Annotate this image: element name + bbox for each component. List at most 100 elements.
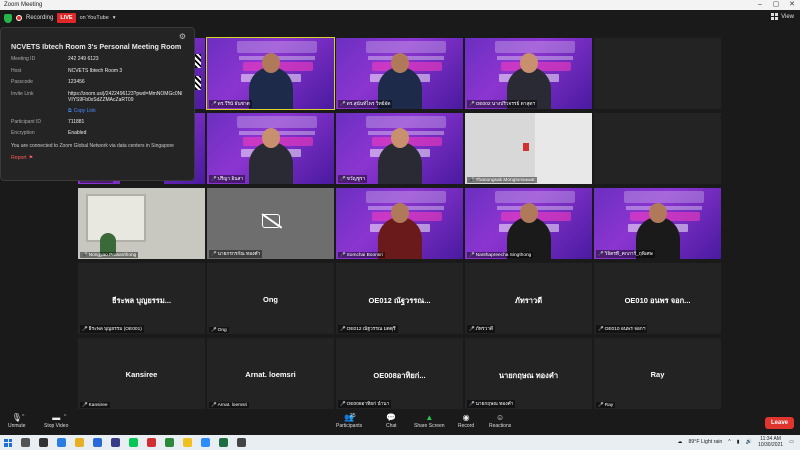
participant-display-name: OE008อาทิยก่... [373,371,426,380]
participant-name-tag: 🎤 OE012 ณัฐวรรณ มตตุรี [338,325,398,333]
participant-tile[interactable]: 🎤 ดร.สุนันท์ไพร วิทย์อัด [336,38,463,109]
participant-name: ธีระพล บุญยรรม (OE001) [88,327,142,332]
record-button[interactable]: ◉ Record [458,413,474,429]
meeting-info-rows: Meeting ID 242 249 6123 Host NCVETS Ibtech … [11,56,184,104]
participant-name-tag: 🎤 Arnat. loemsri [209,402,250,408]
chevron-up-icon[interactable]: ^ [728,439,730,445]
participant-name-tag: 🎤 Thanongsak Mongtonsawat [467,177,537,183]
info-value: 123456 [68,79,85,85]
video-feed [465,38,592,109]
zoom-app-icon[interactable] [201,438,210,447]
participant-name: ขวัญชูรา [346,177,366,182]
file-explorer-icon[interactable] [75,438,84,447]
microphone-muted-icon: 🎤 [340,252,346,257]
view-label: View [781,13,794,20]
microphone-muted-icon: 🎤 [469,401,475,406]
microphone-muted-icon: 🎤 [598,251,604,256]
participant-tile[interactable]: Ray 🎤 Ray [594,338,721,409]
participant-tile[interactable]: 🎤 Somchai Boonsri [336,188,463,259]
line-app-icon[interactable] [129,438,138,447]
info-value[interactable]: https://zoom.us/j/2422496123?pwd=MmNOMGc… [68,91,184,104]
store-icon[interactable] [111,438,120,447]
record-dot-icon [16,15,22,21]
copy-link-button[interactable]: ⧉ Copy Link [68,108,184,114]
participant-name: ปรีญา อินสา [217,177,244,182]
app-icon[interactable] [237,438,246,447]
share-screen-button[interactable]: ▲ Share Screen [414,413,445,429]
mail-icon[interactable] [93,438,102,447]
participant-tile[interactable]: ภัทราวดี 🎤 ภัทรวาดี [465,263,592,334]
meeting-status-bar: Recording LIVE on YouTube ▾ View [0,10,800,26]
participant-tile[interactable]: OE008อาทิยก่... 🎤 OE008อาทิยก่ นำนา [336,338,463,409]
participant-name-tag: 🎤 นายกฤษณ ทองคำ [467,400,516,408]
participant-tile[interactable]: 🎤 OE002 นางปริวจรรย์ ตาสุดฯ [465,38,592,109]
info-key: Host [11,67,22,74]
gear-icon[interactable]: ⚙ [179,32,186,41]
participant-tile[interactable]: 🎤 Thanongsak Mongtonsawat [465,113,592,184]
participant-tile[interactable] [594,38,721,109]
participant-tile[interactable]: Kansiree 🎤 Kansiree [78,338,205,409]
participant-name: OE002 นางปริวจรรย์ ตาสุดฯ [475,102,536,107]
pdf-app-icon[interactable] [147,438,156,447]
chevron-up-icon[interactable]: ^ [22,414,24,420]
participant-tile[interactable]: ธีระพล บุญยรรม... 🎤 ธีระพล บุญยรรม (OE001) [78,263,205,334]
participant-tile[interactable]: 🎤 Nongyao Prasanthong [78,188,205,259]
search-icon[interactable] [21,438,30,447]
report-button[interactable]: Report ⚑ [11,155,184,161]
weather-icon[interactable]: ☁ [677,439,682,445]
info-value: Enabled [68,130,87,136]
windows-start-icon[interactable] [4,438,12,447]
participant-tile[interactable]: 🎤 ดร.วีรินั ธันชาต [206,37,335,110]
task-view-icon[interactable] [39,438,48,447]
live-on-label[interactable]: on YouTube [80,15,109,21]
participant-tile[interactable]: 🎤 ขวัญชูรา [336,113,463,184]
weather-label[interactable]: 89°F Light rain [689,439,723,445]
notifications-icon[interactable]: ▭ [789,439,794,445]
security-shield-icon[interactable] [4,13,12,23]
participant-name: ภัทรวาดี [475,327,494,332]
participant-tile[interactable]: 🎤 ปรีญา อินสา [207,113,334,184]
view-button[interactable]: View [771,13,794,20]
participant-tile[interactable]: 🎤 วิจิตรที_คกภาร์_ถุพิเศษ [594,188,721,259]
meeting-room-title: NCVETS Ibtech Room 3's Personal Meeting … [11,42,182,51]
leave-button[interactable]: Leave [764,417,794,429]
participant-tile[interactable]: OE010 อนพร จอก... 🎤 OE010 อนพร จอกฯ [594,263,721,334]
microphone-muted-icon: 🎤 [340,176,346,181]
taskbar-clock[interactable]: 11:34 AM 10/30/2021 [758,436,783,448]
microphone-muted-icon: 🎤 [598,402,604,407]
live-badge[interactable]: LIVE [57,13,76,23]
minimize-button[interactable]: – [752,0,768,10]
reactions-button[interactable]: ☺ Reactions [489,413,511,429]
chevron-down-icon[interactable]: ▾ [113,15,116,21]
microphone-muted-icon: 🎤 [211,101,217,106]
edge-browser-icon[interactable] [57,438,66,447]
share-screen-icon: ▲ [425,413,434,422]
video-feed [78,188,205,259]
participant-name: Nanthapreecha Singthong [475,252,532,258]
participants-count: 25 [350,413,356,419]
participant-tile[interactable] [594,113,721,184]
participant-tile[interactable]: OE012 ณัฐวรรณ... 🎤 OE012 ณัฐวรรณ มตตุรี [336,263,463,334]
chevron-up-icon[interactable]: ^ [64,414,66,420]
chrome-icon[interactable] [183,438,192,447]
participant-tile[interactable]: 🎤 Nanthapreecha Singthong [465,188,592,259]
camtasia-icon[interactable] [165,438,174,447]
participant-tile[interactable]: Ong 🎤 Ong [207,263,334,334]
unmute-button[interactable]: 🎙 ^ Unmute [8,413,26,429]
participant-tile[interactable]: 🎤 นายกรกรกัณ ทองคำ [207,188,334,259]
volume-icon[interactable]: 🔊 [746,439,752,445]
participant-tile[interactable]: Arnat. loemsri 🎤 Arnat. loemsri [207,338,334,409]
participant-display-name: นายกฤษณ ทองคำ [498,371,559,380]
chat-button[interactable]: 💬 Chat [386,413,397,429]
participant-name: Nongyao Prasanthong [88,252,137,258]
maximize-button[interactable]: ▢ [768,0,784,10]
participant-name-tag: 🎤 วิจิตรที_คกภาร์_ถุพิเศษ [596,250,655,258]
participant-tile[interactable]: นายกฤษณ ทองคำ 🎤 นายกฤษณ ทองคำ [465,338,592,409]
excel-icon[interactable] [219,438,228,447]
stop-video-button[interactable]: ▬ ^ Stop Video [44,413,68,429]
participants-button[interactable]: 👥 25 Participants [336,413,362,429]
close-button[interactable]: ✕ [784,0,800,10]
microphone-muted-icon: 🎤 [340,401,346,406]
network-icon[interactable]: ▮ [737,439,740,445]
participant-name-tag: 🎤 ขวัญชูรา [338,175,368,183]
